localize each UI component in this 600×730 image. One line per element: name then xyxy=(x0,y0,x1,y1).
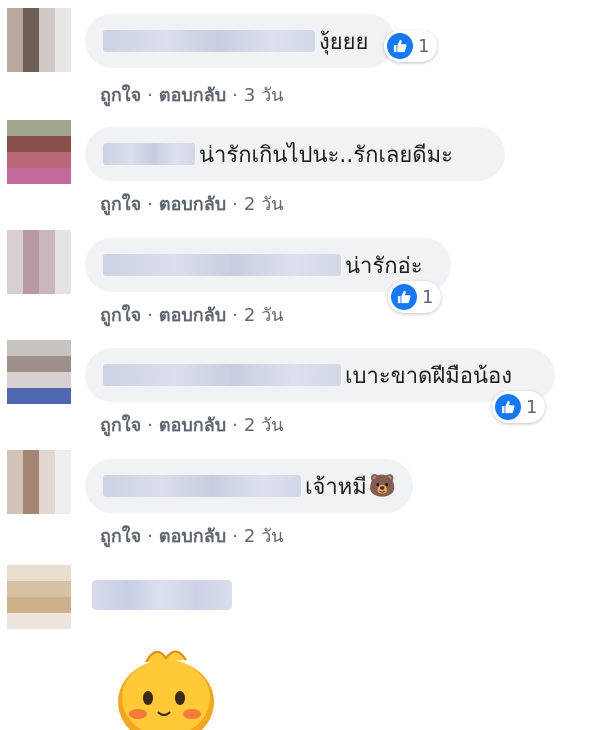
reply-link[interactable]: ตอบกลับ xyxy=(159,85,226,106)
comment-text: เจ้าหมี xyxy=(305,474,367,500)
timestamp[interactable]: 2 วัน xyxy=(244,194,284,215)
like-link[interactable]: ถูกใจ xyxy=(100,85,141,106)
comment-actions: ถูกใจ · ตอบกลับ · 2 วัน xyxy=(100,415,284,436)
reaction-number: 1 xyxy=(422,286,434,308)
like-icon xyxy=(495,394,521,420)
avatar[interactable] xyxy=(7,230,71,294)
timestamp[interactable]: 3 วัน xyxy=(244,85,284,106)
commenter-name[interactable] xyxy=(103,364,341,386)
like-link[interactable]: ถูกใจ xyxy=(100,415,141,436)
reaction-number: 1 xyxy=(418,35,430,57)
comment-actions: ถูกใจ · ตอบกลับ · 2 วัน xyxy=(100,526,284,547)
reply-link[interactable]: ตอบกลับ xyxy=(159,415,226,436)
comment-bubble: เจ้าหมี 🐻 xyxy=(85,459,413,513)
commenter-name[interactable] xyxy=(103,143,195,165)
bear-emoji-icon: 🐻 xyxy=(368,473,397,499)
comment-actions: ถูกใจ · ตอบกลับ · 2 วัน xyxy=(100,194,284,215)
timestamp[interactable]: 2 วัน xyxy=(244,305,284,326)
reply-link[interactable]: ตอบกลับ xyxy=(159,526,226,547)
avatar[interactable] xyxy=(7,8,71,72)
reaction-count[interactable]: 1 xyxy=(384,30,438,62)
comment-text: น่ารักเกินไปนะ..รักเลยดีมะ xyxy=(199,142,453,168)
commenter-name[interactable] xyxy=(92,580,232,610)
comment-bubble: งุ้ยยย xyxy=(85,14,395,68)
comment-text: เบาะขาดฝีมือน้อง xyxy=(345,363,512,389)
like-link[interactable]: ถูกใจ xyxy=(100,526,141,547)
avatar[interactable] xyxy=(7,450,71,514)
avatar[interactable] xyxy=(7,120,71,184)
comment-text: น่ารักอ่ะ xyxy=(345,253,423,279)
sticker-image xyxy=(118,650,214,730)
comment-bubble: เบาะขาดฝีมือน้อง xyxy=(85,348,555,402)
avatar[interactable] xyxy=(7,565,71,629)
avatar[interactable] xyxy=(7,340,71,404)
like-link[interactable]: ถูกใจ xyxy=(100,305,141,326)
like-link[interactable]: ถูกใจ xyxy=(100,194,141,215)
commenter-name[interactable] xyxy=(103,254,341,276)
commenter-name[interactable] xyxy=(103,475,301,497)
like-icon xyxy=(391,284,417,310)
like-icon xyxy=(387,33,413,59)
comment-actions: ถูกใจ · ตอบกลับ · 2 วัน xyxy=(100,305,284,326)
reaction-count[interactable]: 1 xyxy=(492,391,546,423)
reaction-number: 1 xyxy=(526,396,538,418)
reaction-count[interactable]: 1 xyxy=(388,281,442,313)
comment-text: งุ้ยยย xyxy=(319,29,369,55)
timestamp[interactable]: 2 วัน xyxy=(244,526,284,547)
reply-link[interactable]: ตอบกลับ xyxy=(159,305,226,326)
comment-bubble: น่ารักเกินไปนะ..รักเลยดีมะ xyxy=(85,127,505,181)
reply-link[interactable]: ตอบกลับ xyxy=(159,194,226,215)
comment-actions: ถูกใจ · ตอบกลับ · 3 วัน xyxy=(100,85,284,106)
commenter-name[interactable] xyxy=(103,30,315,52)
timestamp[interactable]: 2 วัน xyxy=(244,415,284,436)
